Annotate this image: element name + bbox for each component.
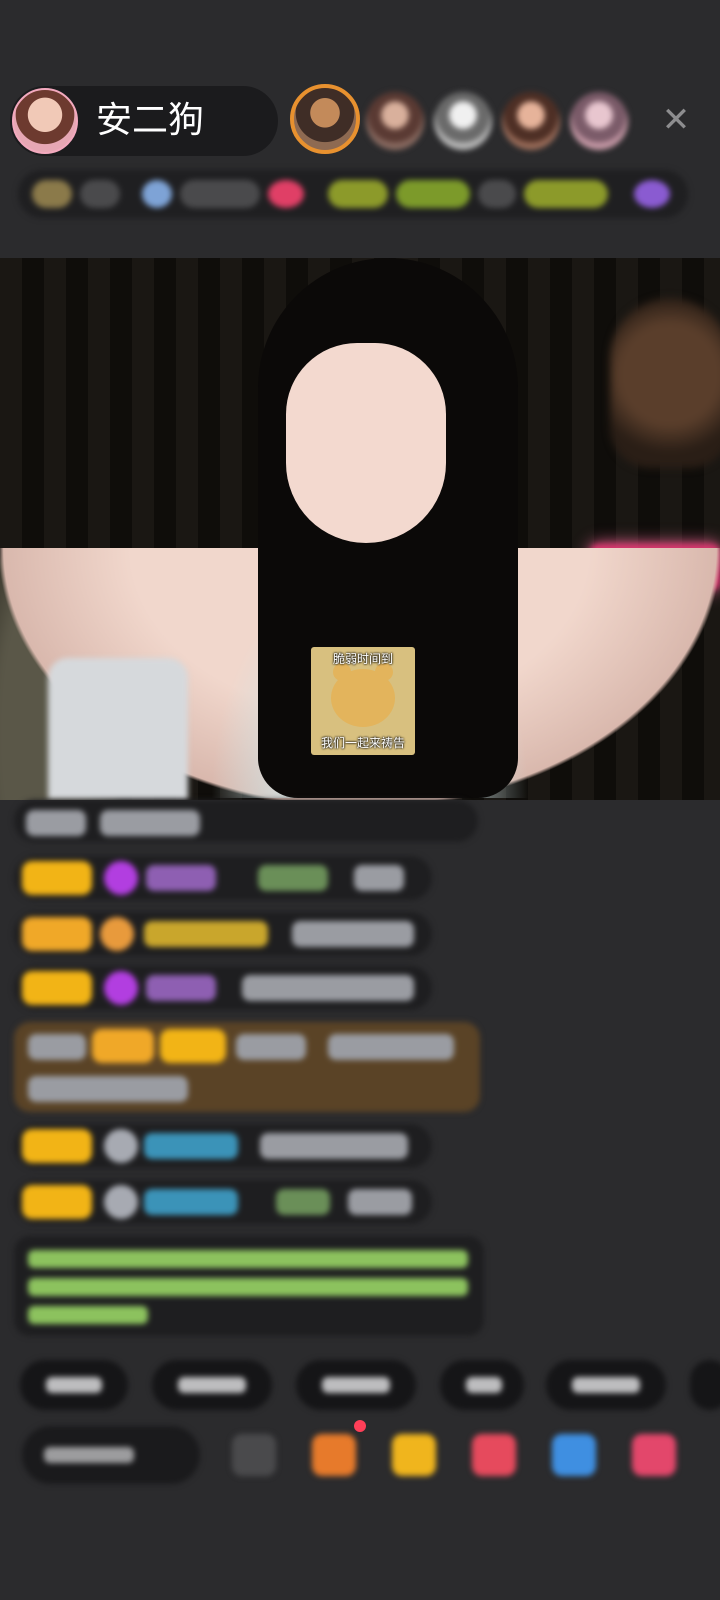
level-badge	[160, 1029, 226, 1063]
host-avatar[interactable]	[12, 88, 78, 154]
more-icon[interactable]	[232, 1434, 276, 1476]
host-info-pill[interactable]: 安二狗	[10, 86, 278, 156]
chat-text	[292, 921, 414, 947]
top-viewers[interactable]	[290, 84, 650, 160]
rank-chip[interactable]	[180, 180, 260, 208]
quick-phrase-button[interactable]	[440, 1360, 524, 1410]
rank-chip[interactable]	[634, 180, 670, 208]
gift-box-icon[interactable]	[632, 1434, 676, 1476]
background-bear	[610, 298, 720, 468]
rank-chip[interactable]	[328, 180, 388, 208]
gift-icon[interactable]	[392, 1434, 436, 1476]
chat-message[interactable]	[14, 966, 432, 1010]
shop-icon[interactable]	[472, 1434, 516, 1476]
level-badge	[22, 971, 92, 1005]
chat-user	[146, 975, 216, 1001]
viewer-avatar[interactable]	[434, 92, 492, 150]
sticker-caption-top: 脆弱时间到	[332, 652, 393, 666]
close-icon[interactable]: ✕	[656, 100, 696, 140]
chat-text	[28, 1076, 188, 1102]
viewer-avatar[interactable]	[366, 92, 424, 150]
chat-text	[100, 810, 200, 836]
gem-icon	[104, 1185, 138, 1219]
chat-text	[328, 1034, 454, 1060]
rank-chip[interactable]	[142, 180, 172, 208]
rank-chip[interactable]	[80, 180, 120, 208]
viewer-avatar[interactable]	[570, 92, 628, 150]
level-badge	[22, 917, 92, 951]
system-notice-line	[28, 1278, 468, 1296]
chat-text	[236, 1034, 306, 1060]
chat-text	[28, 1034, 86, 1060]
quick-phrase-button[interactable]	[20, 1360, 128, 1410]
room-stats-bar[interactable]	[18, 170, 688, 218]
gem-icon	[104, 971, 138, 1005]
rank-chip[interactable]	[396, 180, 470, 208]
quick-phrase-button[interactable]	[152, 1360, 272, 1410]
chat-input[interactable]	[22, 1426, 200, 1484]
chat-user	[144, 1189, 238, 1215]
sticker-caption-bottom: 我们一起来祷告	[320, 736, 405, 750]
system-notice	[14, 1236, 484, 1336]
level-badge	[22, 1129, 92, 1163]
chat-user	[144, 1133, 238, 1159]
system-notice-line	[28, 1250, 468, 1268]
chat-message[interactable]	[14, 1180, 432, 1224]
streamer-face	[286, 343, 446, 543]
chat-text	[242, 975, 414, 1001]
chat-text	[276, 1189, 330, 1215]
chat-text	[260, 1133, 408, 1159]
notification-dot	[354, 1420, 366, 1432]
rank-chip[interactable]	[32, 180, 72, 208]
chat-text	[26, 810, 86, 836]
chat-text	[354, 865, 404, 891]
chat-message[interactable]	[14, 856, 432, 900]
chat-text	[348, 1189, 412, 1215]
quick-phrase-button[interactable]	[546, 1360, 666, 1410]
chat-user	[258, 865, 328, 891]
level-badge	[92, 1029, 154, 1063]
chat-user	[146, 865, 216, 891]
chat-message[interactable]	[14, 912, 432, 956]
game-icon[interactable]	[312, 1434, 356, 1476]
level-badge	[22, 861, 92, 895]
rank-chip[interactable]	[268, 180, 304, 208]
quick-phrase-button[interactable]	[690, 1360, 720, 1410]
chat-sticker: 脆弱时间到 我们一起来祷告	[311, 647, 415, 755]
quick-phrase-button[interactable]	[296, 1360, 416, 1410]
chat-user	[144, 921, 268, 947]
microphone	[48, 658, 188, 800]
chat-message[interactable]	[14, 800, 478, 842]
rank-chip[interactable]	[478, 180, 516, 208]
chat-message-highlight[interactable]	[14, 1022, 480, 1112]
level-badge	[22, 1185, 92, 1219]
viewer-avatar[interactable]	[502, 92, 560, 150]
host-name: 安二狗	[96, 100, 205, 141]
system-notice-line	[28, 1306, 148, 1324]
gem-icon	[100, 917, 134, 951]
gem-icon	[104, 1129, 138, 1163]
viewer-avatar[interactable]	[290, 84, 360, 154]
bear-sticker-icon	[331, 663, 395, 727]
chat-message[interactable]	[14, 1124, 432, 1168]
share-icon[interactable]	[552, 1434, 596, 1476]
rank-chip[interactable]	[524, 180, 608, 208]
gem-icon	[104, 861, 138, 895]
